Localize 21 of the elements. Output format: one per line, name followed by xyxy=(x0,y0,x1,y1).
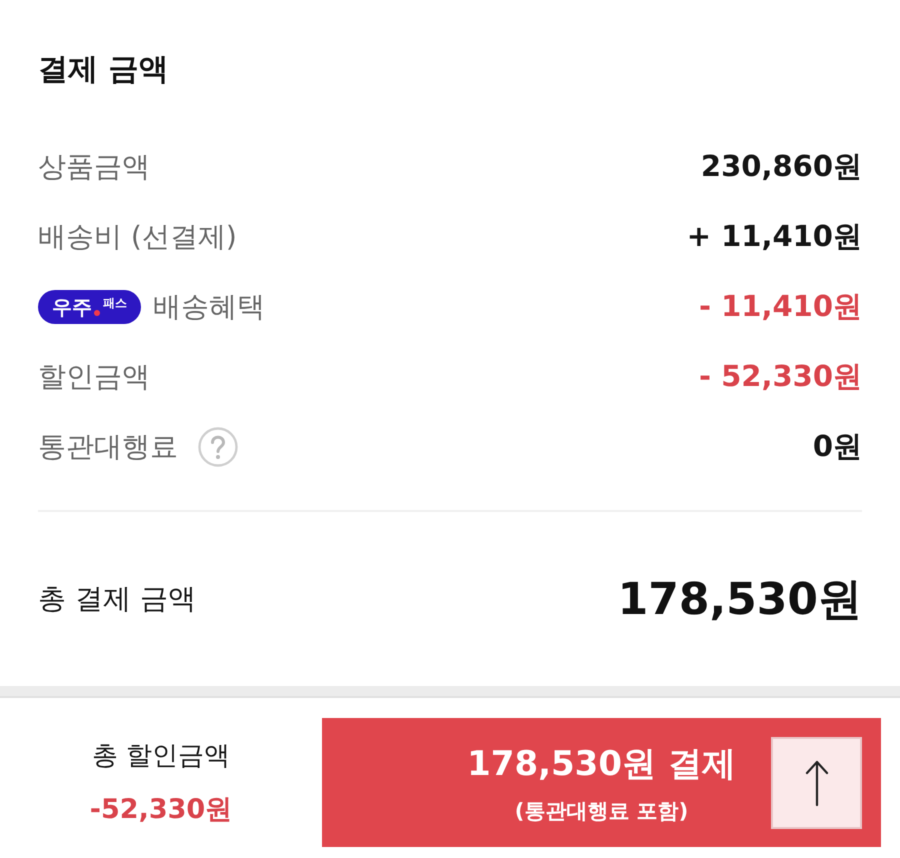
row-amount: - 11,410원 xyxy=(698,288,862,325)
dot-icon xyxy=(94,310,100,316)
discount-amount: -52,330원 xyxy=(90,793,232,827)
row-amount: 230,860원 xyxy=(700,148,862,185)
row-label: 배송비 (선결제) xyxy=(38,219,237,255)
arrow-up-icon xyxy=(804,758,828,806)
row-amount: + 11,410원 xyxy=(686,218,862,255)
discount-label: 총 할인금액 xyxy=(92,740,230,773)
expand-button[interactable] xyxy=(771,736,862,828)
pass-badge: 우주 패스 xyxy=(38,290,141,324)
help-icon[interactable] xyxy=(198,427,238,467)
row-label: 상품금액 xyxy=(38,149,150,185)
row-amount: 0원 xyxy=(812,428,862,465)
row-label: 배송혜택 xyxy=(153,289,265,325)
total-amount: 178,530원 xyxy=(618,572,862,626)
row-label: 통관대행료 xyxy=(38,429,178,465)
row-label: 할인금액 xyxy=(38,359,150,395)
pay-button[interactable]: 178,530원 결제 (통관대행료 포함) xyxy=(322,718,881,847)
row-amount: - 52,330원 xyxy=(698,358,862,395)
total-label: 총 결제 금액 xyxy=(38,581,196,617)
section-title: 결제 금액 xyxy=(38,51,168,89)
